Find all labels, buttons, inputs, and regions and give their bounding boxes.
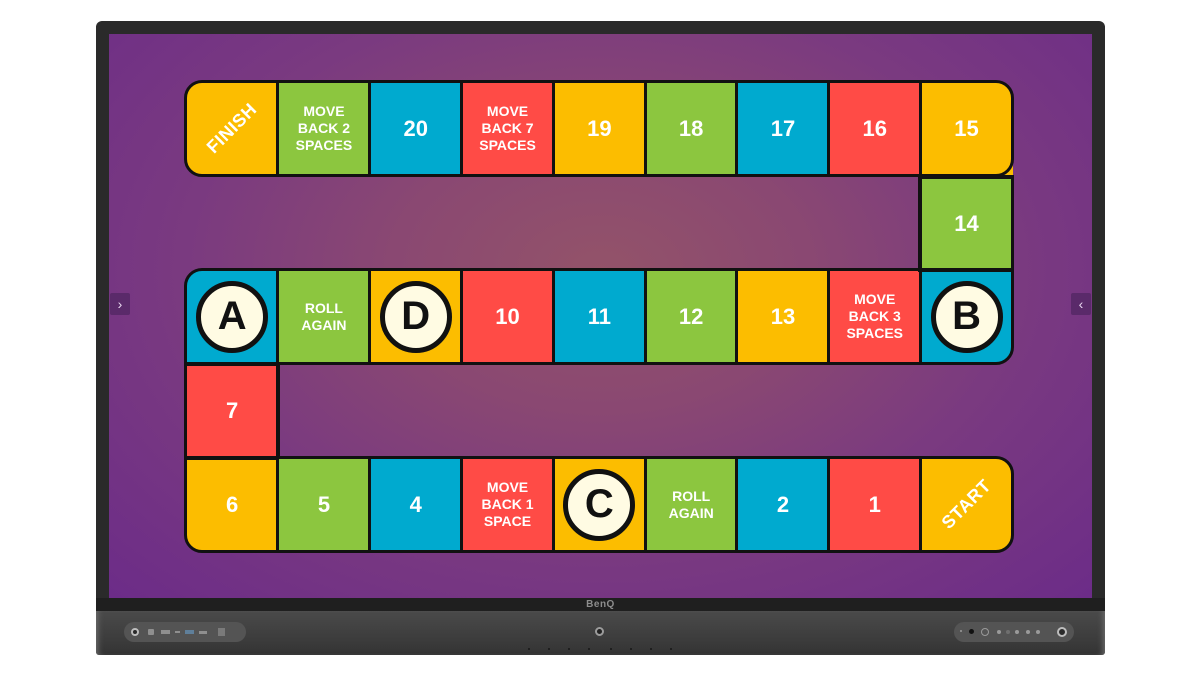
path-border-connector-right <box>918 175 1015 272</box>
volume-up-button[interactable] <box>1036 630 1040 634</box>
camera-icon <box>595 627 604 636</box>
front-control-bar <box>96 611 1105 655</box>
usb-a-port-icon <box>185 630 194 634</box>
ir-receiver-icon <box>969 629 974 634</box>
usb-b-port-icon <box>148 629 154 635</box>
microphone-icon <box>650 648 652 650</box>
usb-c-port-icon <box>175 631 180 633</box>
home-button[interactable] <box>997 630 1001 634</box>
hdmi-port-icon <box>161 630 170 634</box>
right-side-toolbar-toggle[interactable]: ‹ <box>1071 293 1091 315</box>
chevron-right-icon: › <box>117 296 123 312</box>
path-border-top <box>184 80 1015 177</box>
power-button-icon[interactable] <box>1057 627 1067 637</box>
path-border-bottom <box>184 456 1015 553</box>
microphone-icon <box>588 648 590 650</box>
front-button-panel <box>954 622 1074 642</box>
microphone-icon <box>610 648 612 650</box>
left-side-toolbar-toggle[interactable]: › <box>110 293 130 315</box>
interactive-display: FINISH MOVE BACK 2 SPACES 20 MOVE BACK 7 SPACES… <box>96 21 1105 655</box>
path-border-connector-left <box>184 362 280 459</box>
microphone-icon <box>548 648 550 650</box>
space-divider <box>918 177 922 270</box>
space-divider <box>276 364 280 457</box>
menu-button[interactable] <box>1006 630 1010 634</box>
usb-a-port-icon <box>199 631 207 634</box>
volume-down-button[interactable] <box>1026 630 1030 634</box>
front-io-panel <box>124 622 246 642</box>
brand-logo: BenQ <box>586 599 615 610</box>
nfc-icon <box>218 628 225 636</box>
display-screen: FINISH MOVE BACK 2 SPACES 20 MOVE BACK 7 SPACES… <box>109 34 1092 598</box>
game-board: FINISH MOVE BACK 2 SPACES 20 MOVE BACK 7 SPACES… <box>109 34 1092 598</box>
power-button-icon[interactable] <box>131 628 139 636</box>
settings-button[interactable] <box>1015 630 1019 634</box>
chevron-left-icon: ‹ <box>1078 296 1084 312</box>
microphone-icon <box>528 648 530 650</box>
display-bezel: FINISH MOVE BACK 2 SPACES 20 MOVE BACK 7 SPACES… <box>96 21 1105 611</box>
microphone-icon <box>630 648 632 650</box>
microphone-icon <box>568 648 570 650</box>
input-button[interactable] <box>981 628 989 636</box>
microphone-icon <box>670 648 672 650</box>
light-sensor-icon <box>960 630 962 632</box>
path-border-middle <box>184 268 1015 365</box>
